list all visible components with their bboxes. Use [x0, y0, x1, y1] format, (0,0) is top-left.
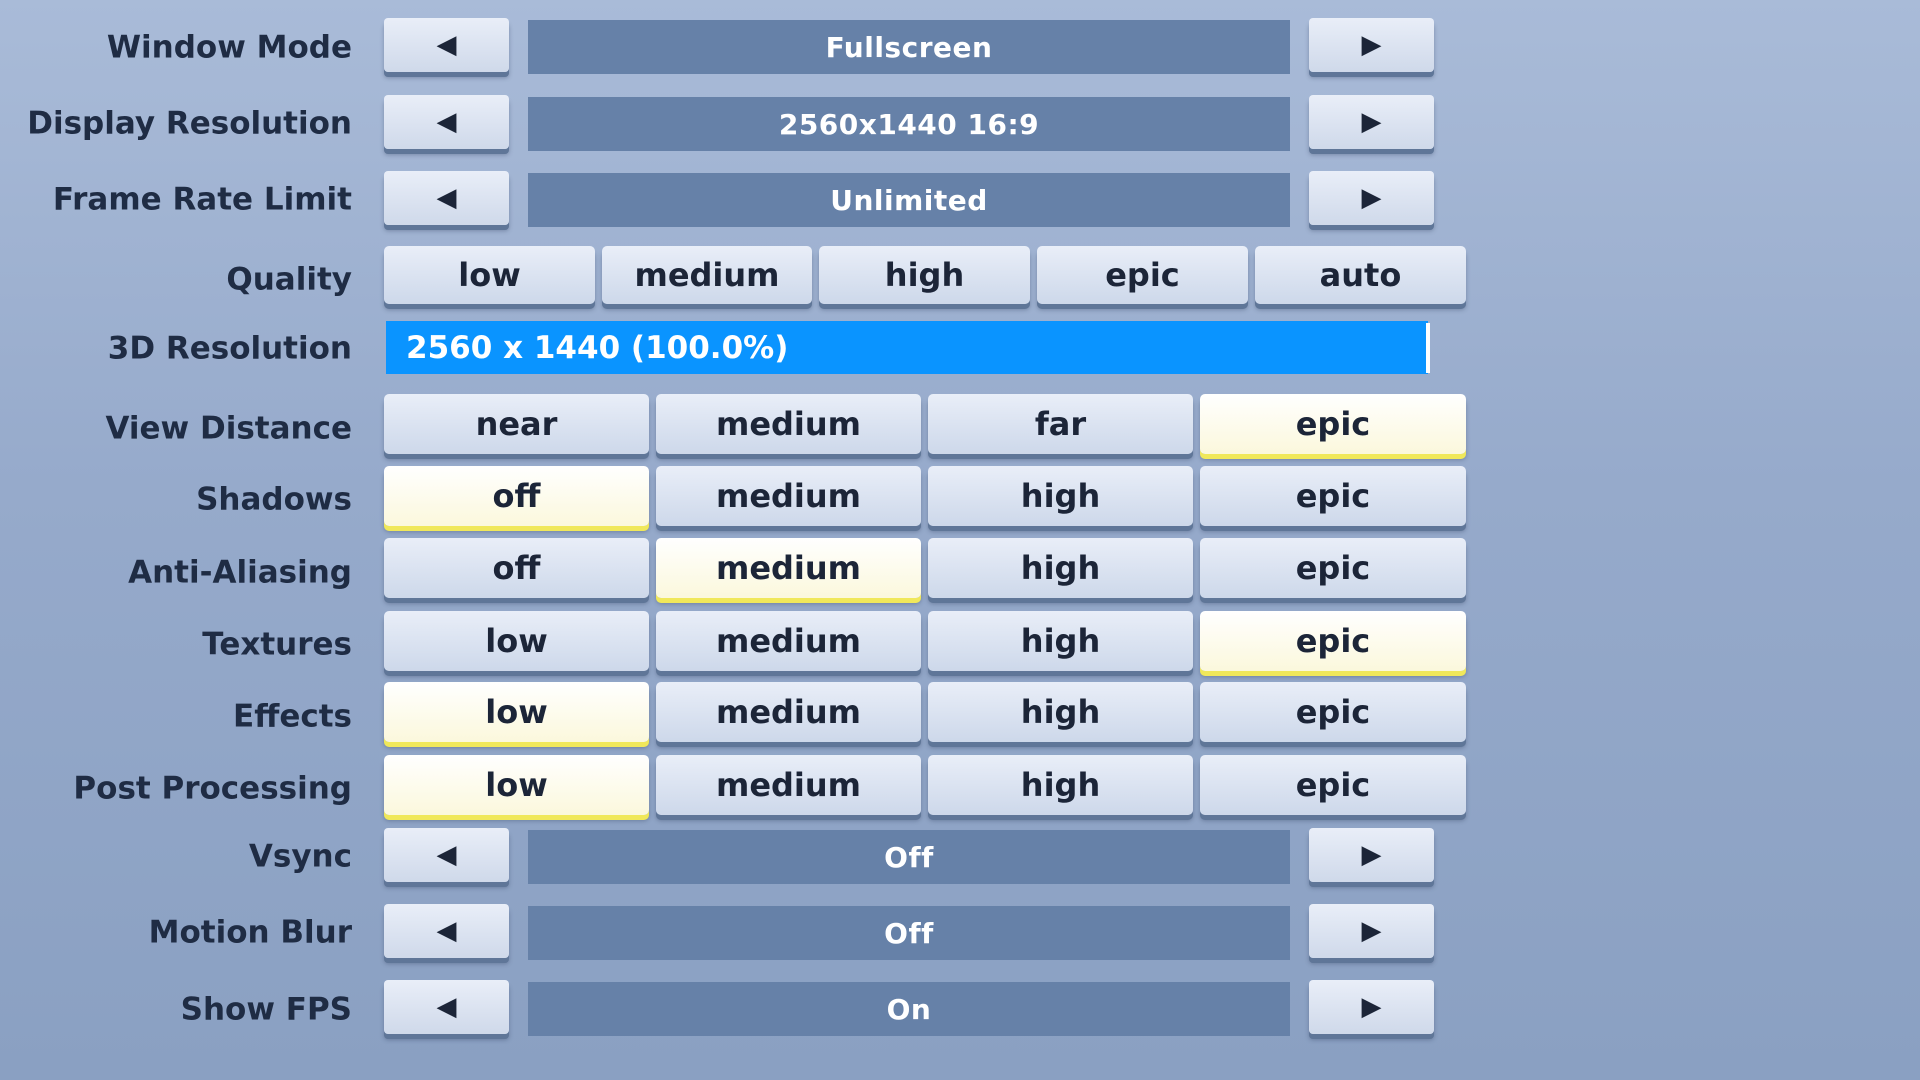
effects-option-low[interactable]: low [384, 682, 649, 742]
vsync-next-button[interactable]: ▶ [1309, 828, 1434, 882]
shadows-option-epic[interactable]: epic [1200, 466, 1466, 526]
left-arrow-icon: ◀ [436, 30, 457, 60]
left-arrow-icon: ◀ [436, 840, 457, 870]
anti-aliasing-label: Anti-Aliasing [128, 554, 352, 591]
show-fps-next-button[interactable]: ▶ [1309, 980, 1434, 1034]
display-resolution-next-button[interactable]: ▶ [1309, 95, 1434, 149]
motion-blur-prev-button[interactable]: ◀ [384, 904, 509, 958]
view-distance-option-medium[interactable]: medium [656, 394, 921, 454]
effects-option-high[interactable]: high [928, 682, 1193, 742]
anti-aliasing-option-high[interactable]: high [928, 538, 1193, 598]
shadows-option-off[interactable]: off [384, 466, 649, 526]
view-distance-option-epic[interactable]: epic [1200, 394, 1466, 454]
quality-label: Quality [226, 261, 352, 298]
right-arrow-icon: ▶ [1361, 30, 1382, 60]
show-fps-prev-button[interactable]: ◀ [384, 980, 509, 1034]
resolution-3d-slider[interactable]: 2560 x 1440 (100.0%) [386, 321, 1428, 374]
show-fps-value: On [528, 982, 1290, 1036]
quality-option-auto[interactable]: auto [1255, 246, 1466, 304]
anti-aliasing-option-medium[interactable]: medium [656, 538, 921, 598]
quality-option-high[interactable]: high [819, 246, 1030, 304]
motion-blur-label: Motion Blur [148, 914, 352, 951]
motion-blur-next-button[interactable]: ▶ [1309, 904, 1434, 958]
view-distance-option-near[interactable]: near [384, 394, 649, 454]
left-arrow-icon: ◀ [436, 107, 457, 137]
effects-option-epic[interactable]: epic [1200, 682, 1466, 742]
window-mode-next-button[interactable]: ▶ [1309, 18, 1434, 72]
textures-option-medium[interactable]: medium [656, 611, 921, 671]
right-arrow-icon: ▶ [1361, 916, 1382, 946]
left-arrow-icon: ◀ [436, 183, 457, 213]
display-resolution-label: Display Resolution [27, 105, 352, 142]
vsync-label: Vsync [248, 838, 352, 875]
post-processing-option-low[interactable]: low [384, 755, 649, 815]
show-fps-label: Show FPS [180, 991, 352, 1028]
frame-rate-limit-label: Frame Rate Limit [52, 181, 352, 218]
right-arrow-icon: ▶ [1361, 183, 1382, 213]
resolution-3d-slider-handle[interactable] [1426, 323, 1430, 373]
anti-aliasing-option-epic[interactable]: epic [1200, 538, 1466, 598]
textures-option-epic[interactable]: epic [1200, 611, 1466, 671]
view-distance-label: View Distance [105, 410, 352, 447]
vsync-value: Off [528, 830, 1290, 884]
frame-rate-limit-next-button[interactable]: ▶ [1309, 171, 1434, 225]
resolution-3d-label: 3D Resolution [107, 330, 352, 367]
motion-blur-value: Off [528, 906, 1290, 960]
effects-option-medium[interactable]: medium [656, 682, 921, 742]
shadows-option-high[interactable]: high [928, 466, 1193, 526]
textures-label: Textures [202, 626, 352, 663]
textures-option-high[interactable]: high [928, 611, 1193, 671]
post-processing-option-medium[interactable]: medium [656, 755, 921, 815]
post-processing-option-high[interactable]: high [928, 755, 1193, 815]
post-processing-option-epic[interactable]: epic [1200, 755, 1466, 815]
vsync-prev-button[interactable]: ◀ [384, 828, 509, 882]
frame-rate-limit-prev-button[interactable]: ◀ [384, 171, 509, 225]
quality-option-low[interactable]: low [384, 246, 595, 304]
post-processing-label: Post Processing [73, 770, 352, 807]
display-resolution-value: 2560x1440 16:9 [528, 97, 1290, 151]
right-arrow-icon: ▶ [1361, 992, 1382, 1022]
shadows-option-medium[interactable]: medium [656, 466, 921, 526]
left-arrow-icon: ◀ [436, 916, 457, 946]
resolution-3d-value: 2560 x 1440 (100.0%) [406, 329, 789, 366]
frame-rate-limit-value: Unlimited [528, 173, 1290, 227]
window-mode-label: Window Mode [106, 29, 352, 66]
view-distance-option-far[interactable]: far [928, 394, 1193, 454]
quality-option-epic[interactable]: epic [1037, 246, 1248, 304]
shadows-label: Shadows [196, 481, 352, 518]
window-mode-value: Fullscreen [528, 20, 1290, 74]
quality-option-medium[interactable]: medium [602, 246, 812, 304]
effects-label: Effects [233, 698, 352, 735]
right-arrow-icon: ▶ [1361, 840, 1382, 870]
anti-aliasing-option-off[interactable]: off [384, 538, 649, 598]
left-arrow-icon: ◀ [436, 992, 457, 1022]
right-arrow-icon: ▶ [1361, 107, 1382, 137]
window-mode-prev-button[interactable]: ◀ [384, 18, 509, 72]
textures-option-low[interactable]: low [384, 611, 649, 671]
display-resolution-prev-button[interactable]: ◀ [384, 95, 509, 149]
